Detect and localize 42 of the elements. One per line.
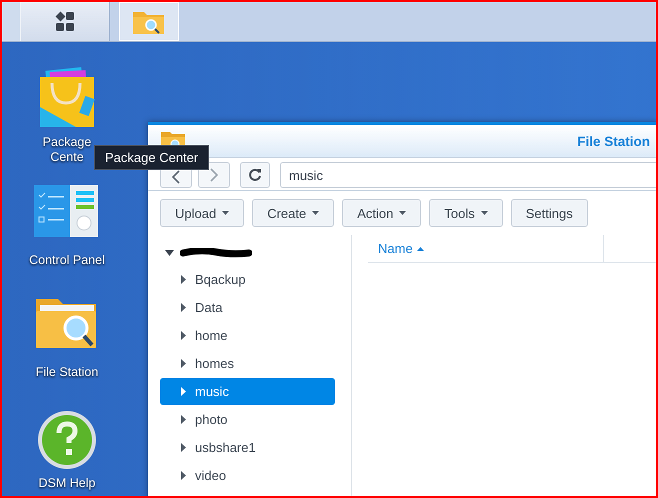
refresh-icon <box>248 168 262 182</box>
toolbar-button[interactable]: Settings <box>510 199 588 227</box>
expand-arrow-icon <box>181 359 186 368</box>
folder-tree-item[interactable]: home <box>160 322 335 349</box>
expand-arrow-icon <box>181 331 186 340</box>
caret-icon <box>399 211 406 215</box>
folder-tree-item[interactable]: homes <box>160 350 335 377</box>
desktop-icon-label[interactable]: DSM Help <box>12 477 122 490</box>
desktop-icon-label[interactable]: Control Panel <box>12 253 122 268</box>
toolbar-button[interactable]: Upload <box>160 199 244 227</box>
folder-tree-item[interactable]: music <box>160 378 335 405</box>
expand-arrow-icon <box>181 303 186 312</box>
desktop-icon-label[interactable]: Package Cente <box>37 135 97 165</box>
chevron-right-icon <box>209 168 219 182</box>
help-icon[interactable] <box>36 409 98 471</box>
chevron-left-icon <box>171 170 181 184</box>
path-field[interactable]: music <box>280 162 656 188</box>
expand-arrow-icon <box>181 443 186 452</box>
window-title: File Station <box>577 134 650 148</box>
taskbar-button[interactable] <box>21 2 110 41</box>
taskbar-segment <box>2 2 21 41</box>
grid-icon <box>54 10 76 32</box>
folder-tree-item[interactable]: usbshare1 <box>160 434 335 461</box>
toolbar-button[interactable]: Create <box>252 199 334 227</box>
toolbar-button[interactable]: Tools <box>429 199 503 227</box>
expand-arrow-icon[interactable] <box>165 250 174 256</box>
folder-tree-item[interactable]: video <box>160 462 335 489</box>
expand-arrow-icon <box>181 387 186 396</box>
caret-icon <box>222 211 230 215</box>
tooltip: Package Center <box>94 145 210 170</box>
caret-icon <box>312 211 320 215</box>
expand-arrow-icon <box>181 415 186 424</box>
toolbar-button[interactable]: Action <box>342 199 422 227</box>
expand-arrow-icon <box>181 471 186 480</box>
caret-icon <box>480 211 488 215</box>
column-header[interactable]: Name <box>368 235 604 262</box>
desktop-icon-label[interactable]: File Station <box>12 365 122 380</box>
expand-arrow-icon <box>181 275 186 284</box>
folder-tree-item[interactable]: Data <box>160 294 335 321</box>
folder-tree-item[interactable]: photo <box>160 406 335 433</box>
refresh-button[interactable] <box>240 162 270 188</box>
folder-tree-item[interactable]: Bqackup <box>160 266 335 293</box>
